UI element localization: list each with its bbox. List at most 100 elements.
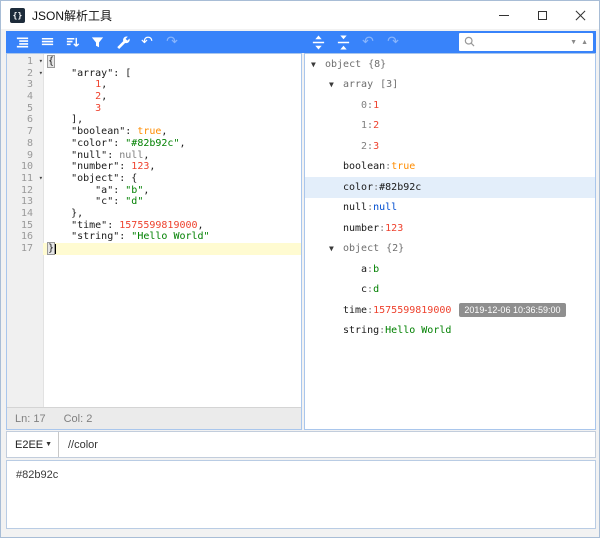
field-value[interactable]: null bbox=[373, 202, 397, 213]
editor-line[interactable]: 7 "boolean": true, bbox=[7, 126, 301, 138]
tree-collapse-arrow-icon[interactable]: ▼ bbox=[329, 244, 343, 253]
editor-line[interactable]: 9 "null": null, bbox=[7, 150, 301, 162]
tree-row[interactable]: 1 : 2 bbox=[305, 116, 595, 137]
editor-line[interactable]: 6 ], bbox=[7, 114, 301, 126]
editor-lines[interactable]: 1▾{2▾ "array": [3 1,4 2,5 36 ],7 "boolea… bbox=[7, 54, 301, 407]
chevron-down-icon: ▼ bbox=[45, 441, 52, 448]
editor-statusbar: Ln: 17 Col: 2 bbox=[7, 407, 301, 429]
undo-button[interactable]: ↶ bbox=[138, 33, 156, 51]
tree-row[interactable]: c : d bbox=[305, 280, 595, 301]
line-number: 11▾ bbox=[7, 173, 43, 185]
toolbar: ↶ ↷ ↶ ↷ ▼ ▲ bbox=[6, 31, 596, 53]
field-name: boolean bbox=[343, 161, 385, 172]
editor-line[interactable]: 4 2, bbox=[7, 91, 301, 103]
code-text: ], bbox=[43, 114, 301, 126]
editor-line[interactable]: 10 "number": 123, bbox=[7, 161, 301, 173]
redo-button[interactable]: ↷ bbox=[163, 33, 181, 51]
maximize-icon bbox=[538, 11, 547, 20]
line-number: 13 bbox=[7, 196, 43, 208]
code-text: 2, bbox=[43, 91, 301, 103]
field-value[interactable]: b bbox=[373, 264, 379, 275]
editor-line[interactable]: 1▾{ bbox=[7, 56, 301, 68]
tree-row[interactable]: ▼object{8} bbox=[305, 54, 595, 75]
tree-row[interactable]: number : 123 bbox=[305, 218, 595, 239]
json-tree-panel[interactable]: ▼object{8}▼array[3]0 : 11 : 22 : 3boolea… bbox=[304, 53, 596, 430]
minimize-icon bbox=[499, 15, 509, 16]
query-input[interactable] bbox=[59, 432, 595, 457]
line-number: 8 bbox=[7, 138, 43, 150]
code-text: 1, bbox=[43, 79, 301, 91]
sort-button[interactable] bbox=[63, 33, 81, 51]
tree-row[interactable]: ▼object{2} bbox=[305, 239, 595, 260]
editor-line[interactable]: 14 }, bbox=[7, 208, 301, 220]
tree-row[interactable]: 0 : 1 bbox=[305, 95, 595, 116]
line-number: 2▾ bbox=[7, 68, 43, 80]
editor-line[interactable]: 2▾ "array": [ bbox=[7, 68, 301, 80]
line-number: 7 bbox=[7, 126, 43, 138]
query-result[interactable]: #82b92c bbox=[6, 460, 596, 529]
repair-button[interactable] bbox=[113, 33, 131, 51]
tree-row[interactable]: time : 15755998190002019-12-06 10:36:59:… bbox=[305, 300, 595, 321]
editor-line[interactable]: 12 "a": "b", bbox=[7, 185, 301, 197]
field-value[interactable]: 3 bbox=[373, 141, 379, 152]
window-controls bbox=[485, 1, 599, 29]
tree-undo-button[interactable]: ↶ bbox=[359, 33, 377, 51]
maximize-button[interactable] bbox=[523, 1, 561, 29]
field-value[interactable]: #82b92c bbox=[379, 182, 421, 193]
tree-row[interactable]: a : b bbox=[305, 259, 595, 280]
code-text: "time": 1575599819000, bbox=[43, 220, 301, 232]
search-next-icon[interactable]: ▼ bbox=[568, 39, 579, 46]
tree-collapse-arrow-icon[interactable]: ▼ bbox=[329, 80, 343, 89]
field-value[interactable]: 123 bbox=[385, 223, 403, 234]
editor-line[interactable]: 13 "c": "d" bbox=[7, 196, 301, 208]
undo-icon: ↶ bbox=[141, 35, 153, 49]
close-button[interactable] bbox=[561, 1, 599, 29]
search-icon bbox=[463, 35, 477, 49]
field-value[interactable]: 1 bbox=[373, 100, 379, 111]
field-value[interactable]: true bbox=[391, 161, 415, 172]
editor-line[interactable]: 8 "color": "#82b92c", bbox=[7, 138, 301, 150]
minimize-button[interactable] bbox=[485, 1, 523, 29]
tree-row[interactable]: string : Hello World bbox=[305, 321, 595, 342]
editor-line[interactable]: 11▾ "object": { bbox=[7, 173, 301, 185]
format-button[interactable] bbox=[13, 33, 31, 51]
search-box: ▼ ▲ bbox=[459, 33, 593, 51]
line-number: 5 bbox=[7, 103, 43, 115]
app-window: {} JSON解析工具 ↶ ↷ bbox=[0, 0, 600, 538]
tree-row[interactable]: boolean : true bbox=[305, 157, 595, 178]
search-input[interactable] bbox=[477, 36, 568, 48]
code-text: "boolean": true, bbox=[43, 126, 301, 138]
editor-line[interactable]: 17} bbox=[7, 243, 301, 255]
sort-icon bbox=[65, 35, 80, 50]
compact-button[interactable] bbox=[38, 33, 56, 51]
field-name: color bbox=[343, 182, 373, 193]
wrench-icon bbox=[115, 35, 130, 50]
tree-redo-button[interactable]: ↷ bbox=[384, 33, 402, 51]
search-prev-icon[interactable]: ▲ bbox=[579, 39, 590, 46]
query-mode-select[interactable]: E2EE ▼ bbox=[7, 432, 59, 457]
editor-line[interactable]: 15 "time": 1575599819000, bbox=[7, 220, 301, 232]
field-name: null bbox=[343, 202, 367, 213]
node-type-label: array bbox=[343, 79, 373, 90]
query-mode-value: E2EE bbox=[15, 439, 43, 451]
transform-button[interactable] bbox=[88, 33, 106, 51]
editor-line[interactable]: 5 3 bbox=[7, 103, 301, 115]
close-icon bbox=[575, 10, 586, 21]
code-text: { bbox=[43, 56, 301, 68]
tree-row[interactable]: null : null bbox=[305, 198, 595, 219]
expand-all-icon bbox=[311, 35, 326, 50]
tree-collapse-arrow-icon[interactable]: ▼ bbox=[311, 60, 325, 69]
field-value[interactable]: d bbox=[373, 284, 379, 295]
editor-line[interactable]: 3 1, bbox=[7, 79, 301, 91]
line-number: 14 bbox=[7, 208, 43, 220]
field-value[interactable]: Hello World bbox=[385, 325, 451, 336]
tree-row[interactable]: ▼array[3] bbox=[305, 75, 595, 96]
field-value[interactable]: 1575599819000 bbox=[373, 305, 451, 316]
collapse-all-button[interactable] bbox=[334, 33, 352, 51]
field-value[interactable]: 2 bbox=[373, 120, 379, 131]
field-name: string bbox=[343, 325, 379, 336]
expand-all-button[interactable] bbox=[309, 33, 327, 51]
line-number: 4 bbox=[7, 91, 43, 103]
tree-row[interactable]: 2 : 3 bbox=[305, 136, 595, 157]
tree-row[interactable]: color : #82b92c bbox=[305, 177, 595, 198]
